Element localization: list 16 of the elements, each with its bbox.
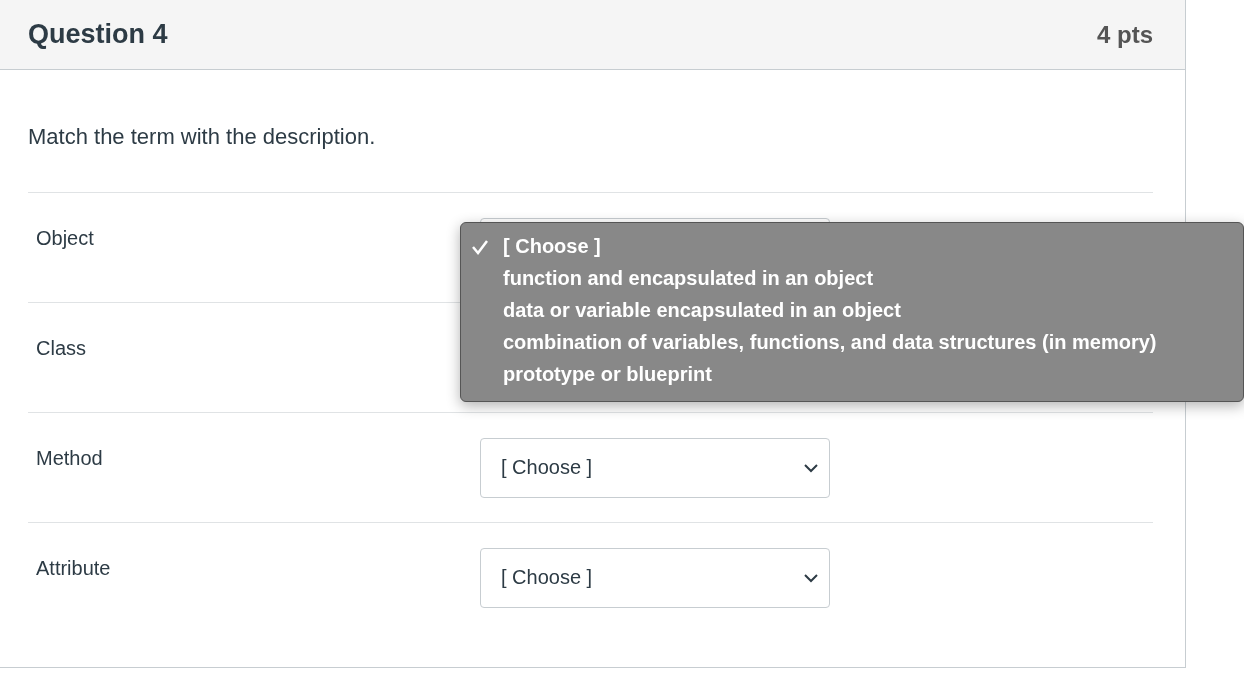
caret-icon <box>803 572 819 583</box>
menu-option[interactable]: combination of variables, functions, and data structures (in memory) <box>461 326 1243 359</box>
menu-option[interactable]: data or variable encapsulated in an object <box>461 294 1243 327</box>
menu-option[interactable]: prototype or blueprint <box>461 358 1243 391</box>
menu-option[interactable]: [ Choose ] <box>461 230 1243 263</box>
term-label: Method <box>35 447 104 470</box>
question-title: Question 4 <box>28 19 168 50</box>
term-label: Class <box>35 337 87 360</box>
menu-option[interactable]: function and encapsulated in an object <box>461 262 1243 295</box>
term-label: Object <box>35 227 95 250</box>
points-label: 4 pts <box>1097 20 1153 49</box>
answer-dropdown[interactable]: [ Choose ] <box>480 437 830 498</box>
term-label: Attribute <box>35 557 112 580</box>
answer-dropdown[interactable]: [ Choose ] <box>480 547 830 608</box>
caret-icon <box>803 462 819 473</box>
question-prompt: Match the term with the description. <box>28 124 376 150</box>
